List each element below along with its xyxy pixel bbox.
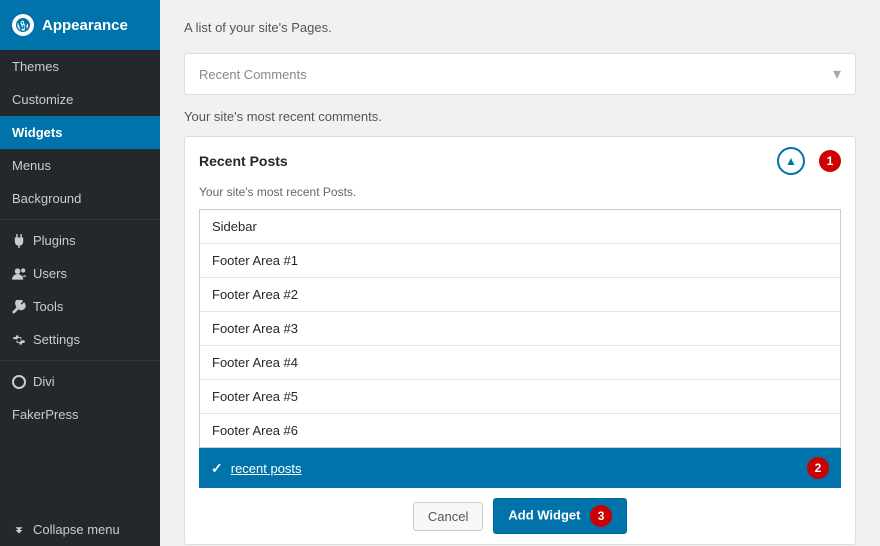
main-content: A list of your site's Pages. Recent Comm… [160, 0, 880, 546]
checkmark-icon: ✓ [211, 460, 223, 477]
divider-1 [0, 219, 160, 220]
settings-label: Settings [33, 332, 80, 347]
chevron-down-icon: ▾ [833, 64, 841, 84]
background-label: Background [12, 191, 81, 206]
list-item-footer3[interactable]: Footer Area #3 [200, 312, 840, 346]
sidebar-item-fakerpress[interactable]: FakerPress [0, 398, 160, 431]
badge-1: 1 [819, 150, 841, 172]
recent-posts-title: Recent Posts [199, 153, 288, 169]
plugins-label: Plugins [33, 233, 76, 248]
collapse-menu-button[interactable]: Collapse menu [0, 513, 160, 546]
pages-description: A list of your site's Pages. [184, 20, 856, 35]
sidebar-item-divi[interactable]: Divi [0, 365, 160, 398]
cancel-button[interactable]: Cancel [413, 502, 483, 531]
sidebar: Appearance Themes Customize Widgets Menu… [0, 0, 160, 546]
list-item-sidebar[interactable]: Sidebar [200, 210, 840, 244]
list-item-footer2[interactable]: Footer Area #2 [200, 278, 840, 312]
collapse-label: Collapse menu [33, 522, 120, 537]
area-dropdown-list: Sidebar Footer Area #1 Footer Area #2 Fo… [199, 209, 841, 448]
fakerpress-label: FakerPress [12, 407, 78, 422]
recent-posts-description: Your site's most recent Posts. [185, 185, 855, 209]
menus-label: Menus [12, 158, 51, 173]
sidebar-item-customize[interactable]: Customize [0, 83, 160, 116]
customize-label: Customize [12, 92, 73, 107]
sidebar-header[interactable]: Appearance [0, 0, 160, 50]
wrench-icon [12, 300, 26, 314]
list-item-footer6[interactable]: Footer Area #6 [200, 414, 840, 447]
list-item-footer4[interactable]: Footer Area #4 [200, 346, 840, 380]
sidebar-item-plugins[interactable]: Plugins [0, 224, 160, 257]
divi-label: Divi [33, 374, 55, 389]
recent-posts-header: Recent Posts ▲ 1 [185, 137, 855, 185]
sidebar-item-menus[interactable]: Menus [0, 149, 160, 182]
plug-icon [12, 234, 26, 248]
sidebar-item-background[interactable]: Background [0, 182, 160, 215]
recent-comments-desc: Your site's most recent comments. [184, 109, 856, 124]
users-icon [12, 267, 26, 281]
sidebar-item-settings[interactable]: Settings [0, 323, 160, 356]
list-item-footer1[interactable]: Footer Area #1 [200, 244, 840, 278]
sidebar-item-users[interactable]: Users [0, 257, 160, 290]
recent-comments-label: Recent Comments [199, 67, 307, 82]
badge-3: 3 [590, 505, 612, 527]
widgets-label: Widgets [12, 125, 62, 140]
divi-icon [12, 375, 26, 389]
users-label: Users [33, 266, 67, 281]
selected-area-link[interactable]: recent posts [231, 461, 302, 476]
settings-icon [12, 333, 26, 347]
themes-label: Themes [12, 59, 59, 74]
selected-area-item[interactable]: ✓ recent posts 2 [199, 448, 841, 488]
recent-posts-toggle-button[interactable]: ▲ [777, 147, 805, 175]
badge-2: 2 [807, 457, 829, 479]
sidebar-title: Appearance [42, 17, 128, 34]
add-widget-button[interactable]: Add Widget 3 [493, 498, 627, 534]
wordpress-icon [12, 14, 34, 36]
collapse-icon [12, 523, 26, 537]
widget-actions-row: Cancel Add Widget 3 [185, 488, 855, 544]
sidebar-item-themes[interactable]: Themes [0, 50, 160, 83]
list-item-footer5[interactable]: Footer Area #5 [200, 380, 840, 414]
sidebar-item-tools[interactable]: Tools [0, 290, 160, 323]
sidebar-item-widgets[interactable]: Widgets [0, 116, 160, 149]
recent-comments-widget[interactable]: Recent Comments ▾ [184, 53, 856, 95]
tools-label: Tools [33, 299, 63, 314]
recent-posts-widget: Recent Posts ▲ 1 Your site's most recent… [184, 136, 856, 545]
divider-2 [0, 360, 160, 361]
